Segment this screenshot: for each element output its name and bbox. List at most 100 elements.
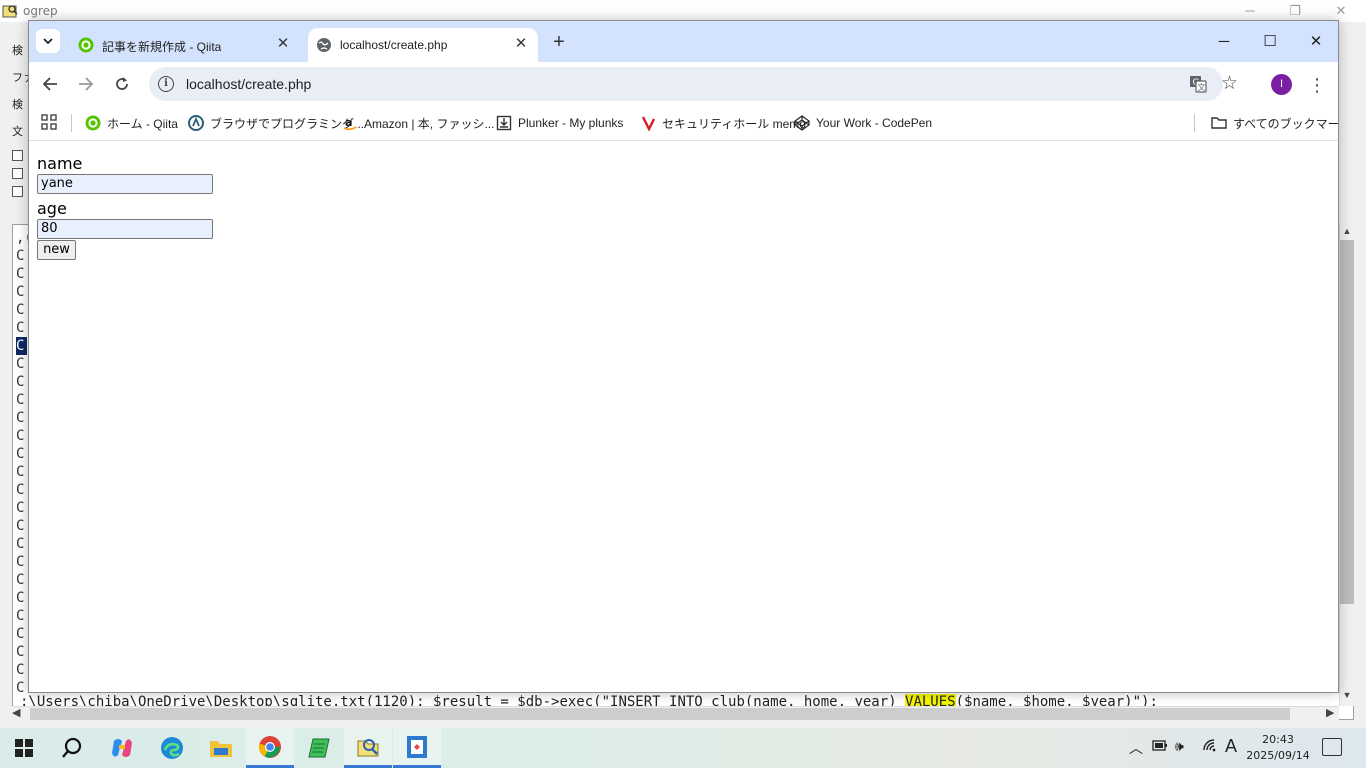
tab-strip: 記事を新規作成 - Qiita ✕ localhost/create.php ✕…	[29, 21, 1338, 62]
apps-grid-icon[interactable]	[41, 114, 57, 130]
ogrep-result-row[interactable]: C	[16, 409, 24, 427]
ogrep-result-row[interactable]: C	[16, 535, 24, 553]
ogrep-result-row[interactable]: C	[16, 607, 24, 625]
ogrep-result-row[interactable]: C	[16, 337, 24, 355]
more-menu-icon[interactable]: ⋮	[1307, 72, 1327, 98]
volume-icon[interactable]: 🕪	[1175, 738, 1184, 755]
tab-title: 記事を新規作成 - Qiita	[102, 40, 222, 54]
ogrep-result-row[interactable]: C	[16, 553, 24, 571]
paiza-icon	[188, 115, 204, 131]
ogrep-result-row[interactable]: C	[16, 319, 24, 337]
ogrep-result-row[interactable]: C	[16, 589, 24, 607]
ogrep-result-row[interactable]: C	[16, 247, 24, 265]
bookmark-security[interactable]: セキュリティホール memo	[640, 112, 806, 134]
close-window-button[interactable]: ✕	[1293, 29, 1338, 55]
taskbar-edge[interactable]	[148, 728, 196, 768]
new-tab-button[interactable]: +	[547, 31, 571, 55]
ogrep-app-icon	[2, 5, 18, 18]
clock-time: 20:43	[1262, 733, 1294, 746]
taskbar-notepad[interactable]	[295, 728, 343, 768]
bookmark-star-icon[interactable]: ☆	[1221, 73, 1238, 95]
close-icon[interactable]: ✕	[512, 35, 530, 53]
ogrep-checkbox[interactable]	[12, 186, 23, 197]
profile-avatar[interactable]: I	[1271, 74, 1292, 95]
ogrep-result-row[interactable]: C	[16, 643, 24, 661]
back-button[interactable]	[37, 71, 63, 97]
ogrep-result-row[interactable]: C	[16, 391, 24, 409]
start-button[interactable]	[0, 728, 48, 768]
age-label: age	[37, 199, 67, 218]
bookmark-paiza[interactable]: ブラウザでプログラミング...	[188, 112, 364, 134]
ogrep-result-row[interactable]: C	[16, 445, 24, 463]
ogrep-result-row[interactable]: C	[16, 661, 24, 679]
age-input[interactable]: 80	[37, 219, 213, 239]
battery-icon[interactable]	[1152, 738, 1168, 755]
page-content: name yane age 80 new	[29, 142, 1338, 692]
tab-localhost[interactable]: localhost/create.php ✕	[308, 28, 538, 62]
folder-icon	[210, 741, 232, 757]
ogrep-result-row[interactable]: C	[16, 481, 24, 499]
ogrep-result-row[interactable]: C	[16, 463, 24, 481]
ogrep-horizontal-scroll-thumb[interactable]	[30, 708, 1290, 720]
bookmark-qiita[interactable]: ホーム - Qiita	[85, 112, 178, 134]
bookmark-codepen[interactable]: Your Work - CodePen	[794, 112, 932, 134]
tab-qiita[interactable]: 記事を新規作成 - Qiita ✕	[70, 28, 300, 62]
scroll-up-icon[interactable]: ▲	[1339, 226, 1355, 240]
qiita-icon	[78, 37, 94, 53]
search-button[interactable]	[48, 728, 96, 768]
all-bookmarks-button[interactable]: すべてのブックマーク	[1211, 112, 1338, 134]
ime-indicator[interactable]: A	[1225, 736, 1237, 757]
minimize-button[interactable]: ─	[1201, 29, 1247, 55]
forward-button[interactable]	[73, 71, 99, 97]
ogrep-result-row[interactable]: C	[16, 625, 24, 643]
app-icon	[407, 735, 427, 758]
notepad-icon	[308, 738, 330, 758]
scroll-left-icon[interactable]: ◀	[12, 706, 20, 719]
wifi-icon[interactable]	[1202, 738, 1218, 755]
address-text[interactable]: localhost/create.php	[186, 76, 311, 92]
name-input[interactable]: yane	[37, 174, 213, 194]
address-bar[interactable]: i localhost/create.php G文	[149, 67, 1223, 101]
edge-icon	[161, 737, 183, 759]
bookmark-amazon[interactable]: a Amazon | 本, ファッシ...	[342, 112, 494, 134]
ogrep-title: ogrep	[23, 4, 58, 18]
ogrep-vertical-scroll-thumb[interactable]	[1340, 240, 1354, 604]
taskbar-copilot[interactable]	[98, 728, 146, 768]
ogrep-checkbox[interactable]	[12, 168, 23, 179]
globe-icon	[317, 38, 331, 52]
ogrep-titlebar: ogrep ─ ❐ ✕	[0, 0, 1366, 22]
ogrep-result-row[interactable]: C	[16, 355, 24, 373]
taskbar-chrome[interactable]	[246, 728, 294, 768]
new-submit-button[interactable]: new	[37, 240, 76, 260]
ogrep-result-row[interactable]: C	[16, 427, 24, 445]
notification-icon[interactable]	[1322, 738, 1342, 756]
ogrep-result-row[interactable]: C	[16, 301, 24, 319]
close-icon[interactable]: ✕	[274, 35, 292, 53]
ogrep-close-button[interactable]: ✕	[1326, 2, 1356, 20]
show-hidden-icons-chevron-icon[interactable]: ︿	[1129, 738, 1143, 758]
taskbar-app[interactable]	[393, 728, 441, 768]
ogrep-result-row[interactable]: C	[16, 373, 24, 391]
ogrep-result-row[interactable]: C	[16, 265, 24, 283]
translate-icon[interactable]: G文	[1189, 75, 1207, 93]
ogrep-result-row[interactable]: C	[16, 517, 24, 535]
scroll-right-icon[interactable]: ▶	[1326, 706, 1334, 719]
folder-icon	[1211, 117, 1227, 129]
scroll-down-icon[interactable]: ▼	[1339, 690, 1355, 704]
taskbar-clock[interactable]: 20:43 2025/09/14	[1246, 732, 1310, 764]
bookmark-plunker[interactable]: Plunker - My plunks	[496, 112, 623, 134]
reload-button[interactable]	[109, 71, 135, 97]
maximize-button[interactable]: ☐	[1247, 29, 1293, 55]
ogrep-result-row[interactable]: C	[16, 283, 24, 301]
ogrep-minimize-button[interactable]: ─	[1235, 2, 1265, 20]
info-icon[interactable]: i	[158, 76, 174, 92]
tab-search-button[interactable]	[36, 29, 60, 53]
ogrep-result-row[interactable]: C	[16, 499, 24, 517]
ogrep-result-row[interactable]: C	[16, 571, 24, 589]
ogrep-restore-button[interactable]: ❐	[1280, 2, 1310, 20]
taskbar-ogrep[interactable]	[344, 728, 392, 768]
chrome-icon	[258, 735, 281, 758]
ogrep-checkbox[interactable]	[12, 150, 23, 161]
name-label: name	[37, 154, 83, 173]
taskbar-file-explorer[interactable]	[197, 728, 245, 768]
